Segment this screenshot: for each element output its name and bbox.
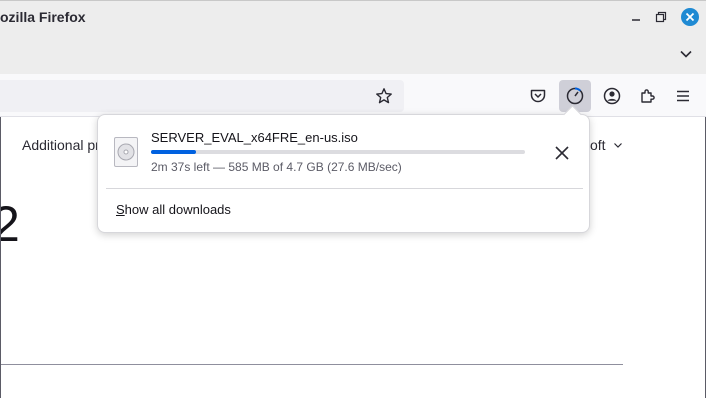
download-status: 2m 37s left — 585 MB of 4.7 GB (27.6 MB/… [151,160,402,174]
hamburger-menu-icon [677,90,689,102]
show-all-downloads-button[interactable]: Show all downloads [116,202,231,217]
download-file-name[interactable]: SERVER_EVAL_x64FRE_en-us.iso [151,130,358,145]
extensions-button[interactable] [632,80,664,112]
maximize-button[interactable] [651,7,671,27]
chevron-down-icon [680,50,692,58]
microsoft-menu[interactable]: oft [590,137,623,153]
show-all-label: how all downloads [124,202,231,217]
additional-products-link[interactable]: Additional pr [22,137,100,153]
chevron-down-icon [614,143,623,148]
microsoft-menu-label: oft [590,137,606,153]
download-progress-bar [151,150,525,154]
puzzle-icon [641,89,655,103]
account-icon [603,87,621,105]
account-button[interactable] [596,80,628,112]
url-bar[interactable] [0,80,404,112]
app-menu-button[interactable] [667,80,699,112]
minimize-button[interactable] [626,7,646,27]
close-window-button[interactable] [680,7,700,27]
cancel-download-button[interactable] [550,141,574,165]
pocket-button[interactable] [522,80,554,112]
panel-separator [106,188,583,189]
downloads-panel: SERVER_EVAL_x64FRE_en-us.iso 2m 37s left… [97,105,590,233]
window-left-border [0,117,1,398]
download-progress-fill [151,150,196,154]
bookmark-star-button[interactable] [374,86,394,106]
minimize-icon [632,19,640,21]
file-icon [114,137,138,167]
content-divider [0,364,623,365]
list-all-tabs-button[interactable] [676,44,696,64]
title-bar: ozilla Firefox [0,0,706,34]
window-title: ozilla Firefox [0,9,86,25]
close-icon [681,8,699,26]
tab-bar [0,34,706,74]
pocket-icon [530,89,546,103]
page-heading-digit: 2 [0,196,20,252]
maximize-icon [655,11,667,23]
disc-icon [117,143,135,161]
show-all-accesskey: S [116,202,125,217]
star-icon [376,88,392,104]
nav-bar [0,74,706,117]
close-icon [555,146,569,160]
download-progress-icon [566,87,584,105]
